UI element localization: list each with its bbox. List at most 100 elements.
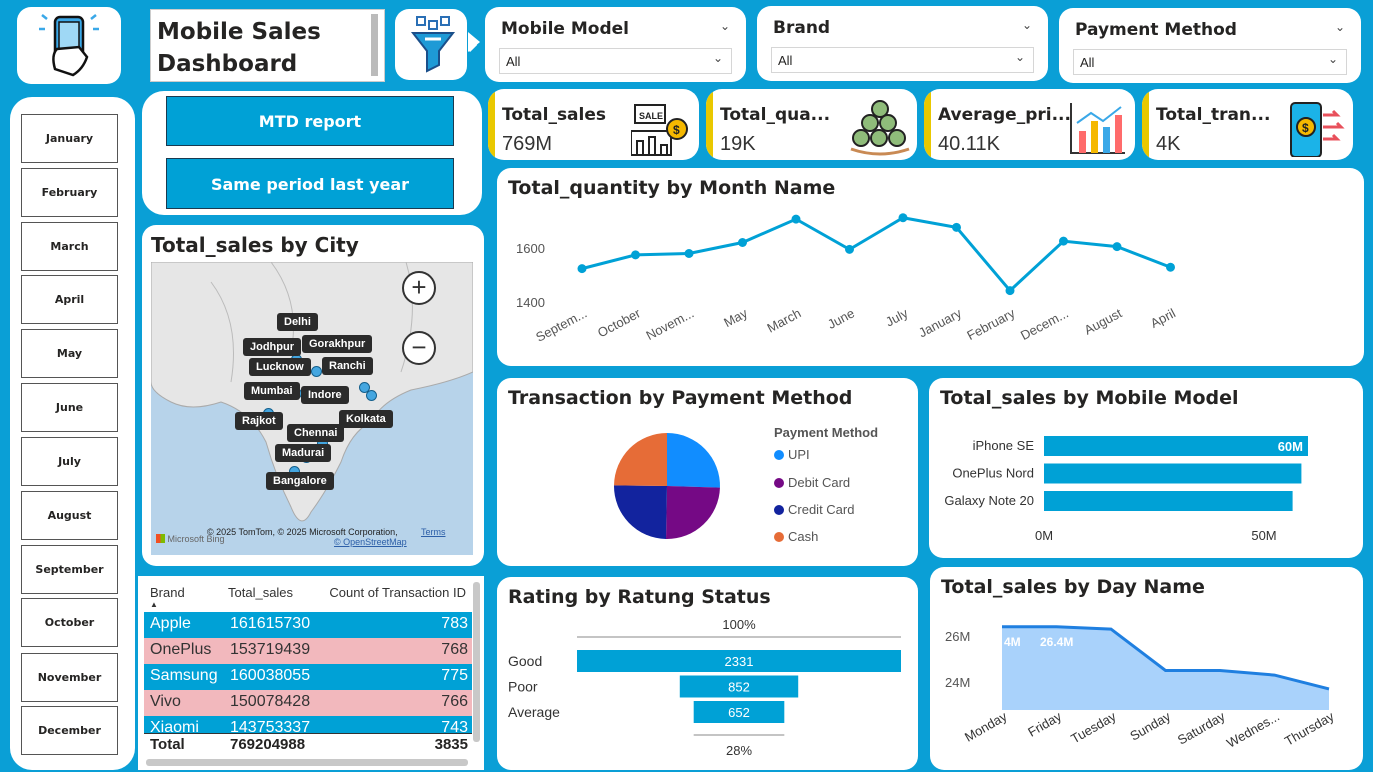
- month-button-april[interactable]: April: [21, 275, 118, 324]
- city-bubble[interactable]: [366, 390, 377, 401]
- chevron-down-icon[interactable]: ⌄: [1022, 18, 1032, 32]
- chart-title: Transaction by Payment Method: [508, 387, 853, 409]
- chevron-down-icon[interactable]: ⌄: [1335, 20, 1345, 34]
- quantity-by-month-card: Total_quantity by Month Name 1600 1400 S…: [497, 168, 1364, 366]
- cell-brand: Vivo: [150, 693, 181, 710]
- phone-payment-transfer-icon: $: [1290, 102, 1345, 157]
- city-label-madurai: Madurai: [275, 444, 332, 462]
- data-point: [577, 264, 587, 274]
- zoom-in-button[interactable]: +: [402, 271, 436, 305]
- dropdown-value: All: [778, 53, 793, 68]
- table-horizontal-scrollbar[interactable]: [146, 759, 468, 766]
- total-sales: 769204988: [230, 736, 306, 753]
- cell-brand: Apple: [150, 615, 191, 632]
- table-row[interactable]: OnePlus 153719439 768: [144, 638, 472, 664]
- data-point: [1005, 286, 1015, 296]
- city-label-ranchi: Ranchi: [322, 357, 373, 375]
- city-label-bangalore: Bangalore: [266, 472, 334, 490]
- city-label-jodhpur: Jodhpur: [243, 338, 301, 356]
- month-button-september[interactable]: September: [21, 545, 118, 594]
- month-button-august[interactable]: August: [21, 491, 118, 540]
- filter-toggle-button[interactable]: [395, 9, 478, 80]
- svg-text:$: $: [673, 123, 680, 137]
- table-row[interactable]: Samsung 160038055 775: [144, 664, 472, 690]
- rating-funnel-chart[interactable]: 100% Good 2331 Poor 852 Average 652 28%: [497, 577, 918, 770]
- column-header-brand[interactable]: Brand: [150, 585, 185, 600]
- column-header-count[interactable]: Count of Transaction ID: [329, 585, 466, 600]
- cell-brand: Samsung: [150, 667, 218, 684]
- area-chart[interactable]: 4M 26.4M Monday Friday Tuesday Sunday Saturday…: [930, 567, 1363, 770]
- month-button-december[interactable]: December: [21, 706, 118, 755]
- payment-method-dropdown[interactable]: All ⌄: [1073, 49, 1347, 75]
- x-tick-label: Saturday: [1175, 708, 1228, 747]
- payment-method-slicer[interactable]: Payment Method ⌄ All ⌄: [1059, 8, 1361, 83]
- map-area[interactable]: Delhi Jodhpur Gorakhpur Lucknow Ranchi M…: [151, 262, 473, 555]
- mobile-model-dropdown[interactable]: All ⌄: [499, 48, 732, 74]
- bottom-percent-label: 28%: [726, 743, 752, 758]
- cell-sales: 150078428: [230, 693, 311, 710]
- cell-brand: Xiaomi: [150, 719, 199, 733]
- month-button-june[interactable]: June: [21, 383, 118, 432]
- legend-label: Debit Card: [788, 475, 851, 490]
- table-vertical-scrollbar[interactable]: [473, 582, 480, 742]
- legend-item-debit-card[interactable]: Debit Card: [774, 475, 850, 490]
- legend-title: Payment Method: [774, 425, 879, 440]
- kpi-label: Total_qua...: [720, 105, 831, 125]
- city-bubble[interactable]: [311, 366, 322, 377]
- legend-item-upi[interactable]: UPI: [774, 447, 810, 462]
- zoom-out-button[interactable]: −: [402, 331, 436, 365]
- x-tick-label: Friday: [1025, 708, 1064, 739]
- kpi-total-sales: Total_sales 769M SALE $: [488, 89, 699, 160]
- pie-chart[interactable]: [577, 416, 757, 566]
- cell-sales: 153719439: [230, 641, 311, 658]
- same-period-last-year-button[interactable]: Same period last year: [166, 158, 454, 209]
- map-terms-link[interactable]: Terms: [421, 527, 446, 537]
- osm-link[interactable]: © OpenStreetMap: [334, 537, 407, 547]
- cell-count: 775: [441, 667, 468, 684]
- mtd-report-button[interactable]: MTD report: [166, 96, 454, 146]
- cell-count: 766: [441, 693, 468, 710]
- bar: [1044, 491, 1293, 511]
- data-point: [898, 213, 908, 223]
- category-label: Good: [508, 653, 542, 669]
- dropdown-value: All: [506, 54, 521, 69]
- category-label: Poor: [508, 679, 538, 695]
- month-button-january[interactable]: January: [21, 114, 118, 163]
- table-row[interactable]: Apple 161615730 783: [144, 612, 472, 638]
- table-row[interactable]: Xiaomi 143753337 743: [144, 716, 472, 733]
- kpi-total-transactions: Total_tran... 4K $: [1142, 89, 1353, 160]
- legend-item-credit-card[interactable]: Credit Card: [774, 502, 854, 517]
- sales-by-day-card: Total_sales by Day Name 26M 24M 4M 26.4M M…: [930, 567, 1363, 770]
- data-point: [684, 249, 694, 258]
- month-button-july[interactable]: July: [21, 437, 118, 486]
- city-label-chennai: Chennai: [287, 424, 345, 442]
- legend-item-cash[interactable]: Cash: [774, 529, 818, 544]
- x-tick-label: June: [825, 305, 857, 331]
- brand-slicer[interactable]: Brand ⌄ All ⌄: [757, 6, 1048, 81]
- table-row[interactable]: Vivo 150078428 766: [144, 690, 472, 716]
- windows-logo-icon: [156, 534, 165, 543]
- month-button-may[interactable]: May: [21, 329, 118, 378]
- chevron-down-icon[interactable]: ⌄: [720, 19, 730, 33]
- bar: [1044, 463, 1302, 484]
- month-button-february[interactable]: February: [21, 168, 118, 217]
- legend-label: Cash: [788, 529, 819, 544]
- sort-arrow-icon: ▲: [150, 600, 158, 609]
- mobile-model-slicer[interactable]: Mobile Model ⌄ All ⌄: [485, 7, 746, 82]
- column-header-total-sales[interactable]: Total_sales: [228, 585, 293, 600]
- payment-method-card: Transaction by Payment Method Payment Me…: [497, 378, 918, 566]
- data-label: 2331: [725, 654, 754, 669]
- series-line: [581, 216, 1172, 293]
- title-box: Mobile Sales Dashboard: [150, 9, 385, 82]
- month-button-october[interactable]: October: [21, 598, 118, 647]
- brand-dropdown[interactable]: All ⌄: [771, 47, 1034, 73]
- month-button-november[interactable]: November: [21, 653, 118, 702]
- line-chart[interactable]: Septem... October Novem... May March June July…: [497, 168, 1364, 366]
- title-scrollbar[interactable]: [371, 14, 378, 76]
- legend-label: UPI: [788, 447, 810, 462]
- x-tick-label: 0M: [1035, 528, 1053, 543]
- logo-card: [17, 7, 121, 84]
- month-button-march[interactable]: March: [21, 222, 118, 271]
- legend-dot: [774, 478, 784, 488]
- model-bar-chart[interactable]: iPhone SE 60M OnePlus Nord Galaxy Note 20 0M…: [929, 378, 1363, 558]
